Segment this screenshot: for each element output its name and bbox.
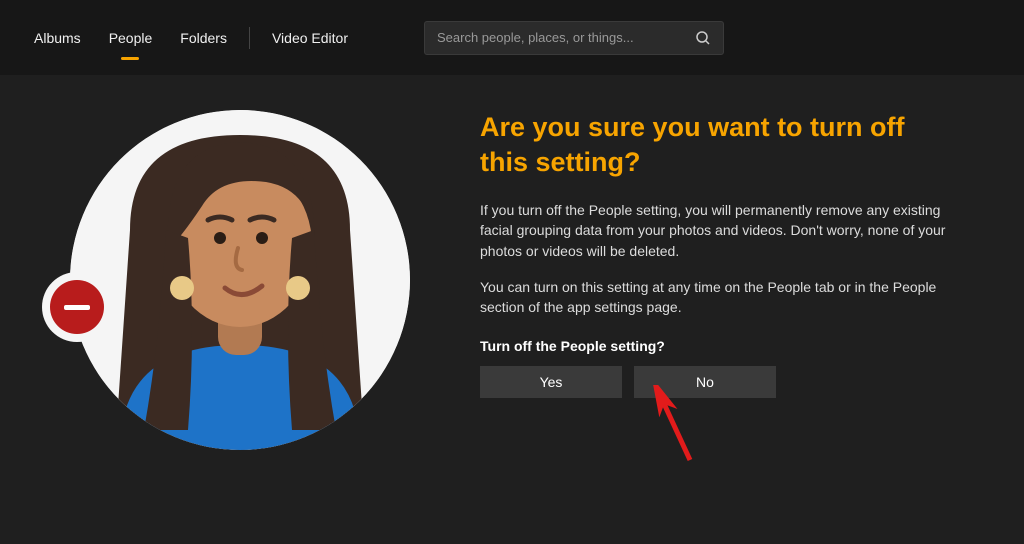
nav-albums[interactable]: Albums xyxy=(20,22,95,54)
search-box[interactable] xyxy=(424,21,724,55)
illustration xyxy=(40,105,440,450)
content: Are you sure you want to turn off this s… xyxy=(0,75,1024,450)
avatar-wrap xyxy=(70,110,410,450)
nav-divider xyxy=(249,27,250,49)
avatar-circle xyxy=(70,110,410,450)
button-row: Yes No xyxy=(480,366,950,398)
top-bar: Albums People Folders Video Editor xyxy=(0,0,1024,75)
nav-people[interactable]: People xyxy=(95,22,167,54)
dialog-question: Turn off the People setting? xyxy=(480,338,950,354)
nav-folders[interactable]: Folders xyxy=(166,22,241,54)
dialog-para-2: You can turn on this setting at any time… xyxy=(480,277,950,318)
search-input[interactable] xyxy=(437,30,695,45)
nav-video-editor[interactable]: Video Editor xyxy=(258,22,362,54)
search-icon xyxy=(695,30,711,46)
nav: Albums People Folders Video Editor xyxy=(20,22,362,54)
dialog-para-1: If you turn off the People setting, you … xyxy=(480,200,950,261)
yes-button[interactable]: Yes xyxy=(480,366,622,398)
dialog-text: Are you sure you want to turn off this s… xyxy=(480,105,950,450)
no-button[interactable]: No xyxy=(634,366,776,398)
person-avatar-icon xyxy=(70,110,410,450)
minus-icon xyxy=(50,280,104,334)
dialog-heading: Are you sure you want to turn off this s… xyxy=(480,110,950,180)
remove-badge xyxy=(42,272,112,342)
search-container xyxy=(424,21,724,55)
